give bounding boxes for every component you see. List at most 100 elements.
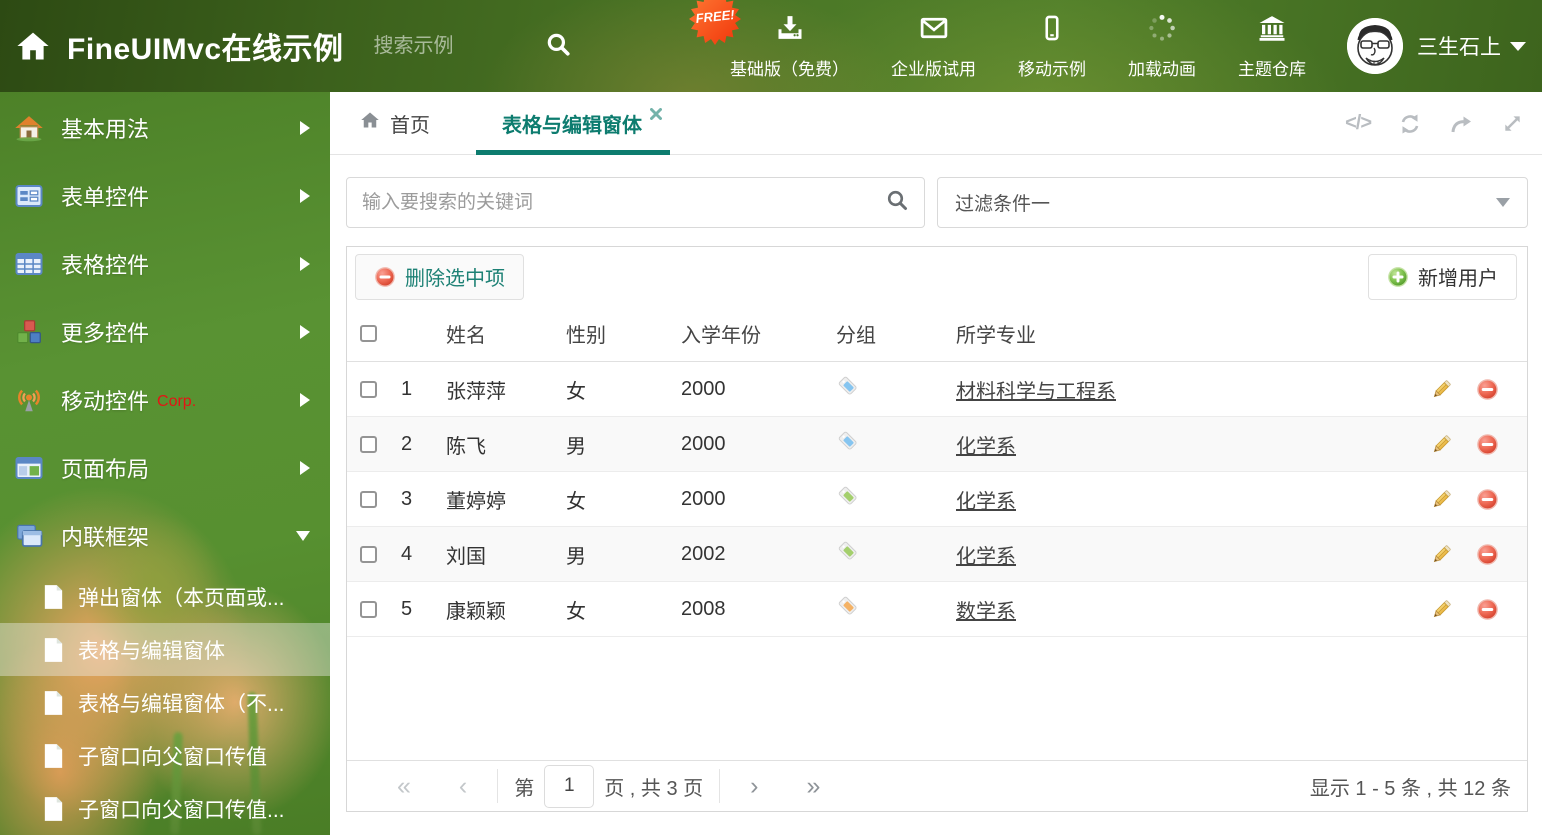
select-all-checkbox[interactable] <box>360 325 377 342</box>
page: FineUIMvc在线示例 FREE! 基础版（免费） 企业版试用 <box>0 0 1542 835</box>
nav-item-label: 移动示例 <box>1018 59 1086 79</box>
chevron-right-icon <box>300 257 310 271</box>
cell-name: 董婷婷 <box>446 490 506 513</box>
keyword-search-input[interactable] <box>362 191 885 214</box>
row-checkbox[interactable] <box>360 600 377 618</box>
major-link[interactable]: 数学系 <box>956 601 1016 623</box>
cell-gender: 男 <box>566 435 586 458</box>
table-header-row: 姓名 性别 入学年份 分组 所学专业 <box>347 306 1527 362</box>
nav-item-mobile-demo[interactable]: 移动示例 <box>997 13 1107 80</box>
first-page-button[interactable]: « <box>373 773 435 799</box>
edit-icon[interactable] <box>1430 598 1453 621</box>
cell-year: 2008 <box>681 597 726 620</box>
sidebar-item-grid-controls[interactable]: 表格控件 <box>0 230 330 298</box>
sidebar-item-page-layout[interactable]: 页面布局 <box>0 434 330 502</box>
divider <box>497 769 499 803</box>
row-checkbox[interactable] <box>360 380 377 398</box>
edit-icon[interactable] <box>1430 378 1453 401</box>
refresh-icon[interactable] <box>1398 112 1422 136</box>
free-badge-label: FREE! <box>694 6 736 26</box>
sidebar-subitem-grid-edit-window-2[interactable]: 表格与编辑窗体（不... <box>0 676 330 729</box>
header-nav: 基础版（免费） 企业版试用 移动示例 加载动画 主题仓库 <box>709 0 1327 92</box>
header-search-input[interactable] <box>373 34 529 58</box>
delete-selected-button[interactable]: 删除选中项 <box>355 253 524 300</box>
row-checkbox[interactable] <box>360 435 377 453</box>
cell-name: 陈飞 <box>446 435 486 458</box>
col-header-name[interactable]: 姓名 <box>446 319 566 348</box>
edit-icon[interactable] <box>1430 433 1453 456</box>
chevron-right-icon <box>300 325 310 339</box>
nav-item-loading-animation[interactable]: 加载动画 <box>1107 13 1217 80</box>
source-code-icon[interactable]: </> <box>1345 112 1372 135</box>
add-user-button[interactable]: 新增用户 <box>1368 253 1517 300</box>
data-table: 姓名 性别 入学年份 分组 所学专业 1 张萍萍 女 2000 材料科学与工程系 <box>347 306 1527 637</box>
cell-gender: 女 <box>566 490 586 513</box>
nav-item-enterprise-trial[interactable]: 企业版试用 <box>870 13 997 80</box>
user-menu[interactable]: 三生石上 <box>1417 31 1526 61</box>
cell-name: 康颖颖 <box>446 600 506 623</box>
keyword-search-box[interactable] <box>346 177 925 228</box>
table-row: 4 刘国 男 2002 化学系 <box>347 527 1527 582</box>
major-link[interactable]: 化学系 <box>956 491 1016 513</box>
col-header-group[interactable]: 分组 <box>836 319 956 348</box>
page-prefix: 第 <box>514 777 535 800</box>
sidebar-subitem-popup-window[interactable]: 弹出窗体（本页面或... <box>0 570 330 623</box>
sidebar-item-more-controls[interactable]: 更多控件 <box>0 298 330 366</box>
main-content: 首页 表格与编辑窗体 </> 输入要搜索的关键词 过滤条件一 删除选中项 新增用… <box>330 92 1542 835</box>
cell-year: 2000 <box>681 377 726 400</box>
sidebar-item-form-controls[interactable]: 表单控件 <box>0 162 330 230</box>
sidebar-subitem-child-to-parent-2[interactable]: 子窗口向父窗口传值... <box>0 782 330 835</box>
major-link[interactable]: 材料科学与工程系 <box>956 381 1116 403</box>
delete-icon[interactable] <box>1476 378 1499 401</box>
chevron-right-icon <box>300 393 310 407</box>
filter-dropdown[interactable]: 过滤条件一 <box>937 177 1528 228</box>
tab-grid-edit-window[interactable]: 表格与编辑窗体 <box>476 92 670 155</box>
last-page-button[interactable]: » <box>782 773 844 799</box>
edit-icon[interactable] <box>1430 543 1453 566</box>
page-number-input[interactable] <box>544 764 595 808</box>
avatar[interactable] <box>1347 18 1403 74</box>
home-icon <box>15 29 51 63</box>
pagination-bar: « ‹ 第 页 , 共 3 页 › » 显示 1 - 5 条 , 共 12 条 <box>347 760 1527 811</box>
row-checkbox[interactable] <box>360 545 377 563</box>
page-icon <box>42 637 65 663</box>
prev-page-button[interactable]: ‹ <box>435 773 491 799</box>
row-checkbox[interactable] <box>360 490 377 508</box>
col-header-major[interactable]: 所学专业 <box>956 319 1407 348</box>
delete-icon[interactable] <box>1476 488 1499 511</box>
sidebar-subitem-child-to-parent[interactable]: 子窗口向父窗口传值 <box>0 729 330 782</box>
brand[interactable]: FineUIMvc在线示例 <box>0 24 344 68</box>
major-link[interactable]: 化学系 <box>956 436 1016 458</box>
page-icon <box>42 690 65 716</box>
delete-icon[interactable] <box>1476 543 1499 566</box>
form-icon <box>14 181 44 211</box>
tab-home[interactable]: 首页 <box>359 92 430 154</box>
nav-item-label: 基础版（免费） <box>730 59 849 79</box>
home-icon <box>359 110 381 136</box>
expand-icon[interactable] <box>1501 112 1524 135</box>
minus-circle-icon <box>375 266 395 287</box>
sidebar-item-basic-usage[interactable]: 基本用法 <box>0 94 330 162</box>
cell-name: 张萍萍 <box>446 380 506 403</box>
share-icon[interactable] <box>1449 112 1474 136</box>
filter-value: 过滤条件一 <box>955 194 1051 215</box>
major-link[interactable]: 化学系 <box>956 546 1016 568</box>
search-icon[interactable] <box>885 188 909 217</box>
header-search-icon[interactable] <box>545 31 571 62</box>
tab-toolbar: </> <box>1345 92 1524 155</box>
table-row: 2 陈飞 男 2000 化学系 <box>347 417 1527 472</box>
next-page-button[interactable]: › <box>726 773 782 799</box>
nav-item-theme-repo[interactable]: 主题仓库 <box>1217 13 1327 80</box>
edit-icon[interactable] <box>1430 488 1453 511</box>
col-header-gender[interactable]: 性别 <box>566 319 681 348</box>
page-icon <box>42 796 65 822</box>
col-header-year[interactable]: 入学年份 <box>681 319 836 348</box>
sidebar-subitem-grid-edit-window[interactable]: 表格与编辑窗体 <box>0 623 330 676</box>
delete-icon[interactable] <box>1476 433 1499 456</box>
sidebar-item-mobile-controls[interactable]: 移动控件 Corp. <box>0 366 330 434</box>
delete-icon[interactable] <box>1476 598 1499 621</box>
sidebar-item-iframe[interactable]: 内联框架 <box>0 502 330 570</box>
close-icon[interactable] <box>650 103 662 120</box>
page-suffix: 页 , 共 3 页 <box>604 777 704 800</box>
user-box[interactable]: 三生石上 <box>1347 0 1526 92</box>
